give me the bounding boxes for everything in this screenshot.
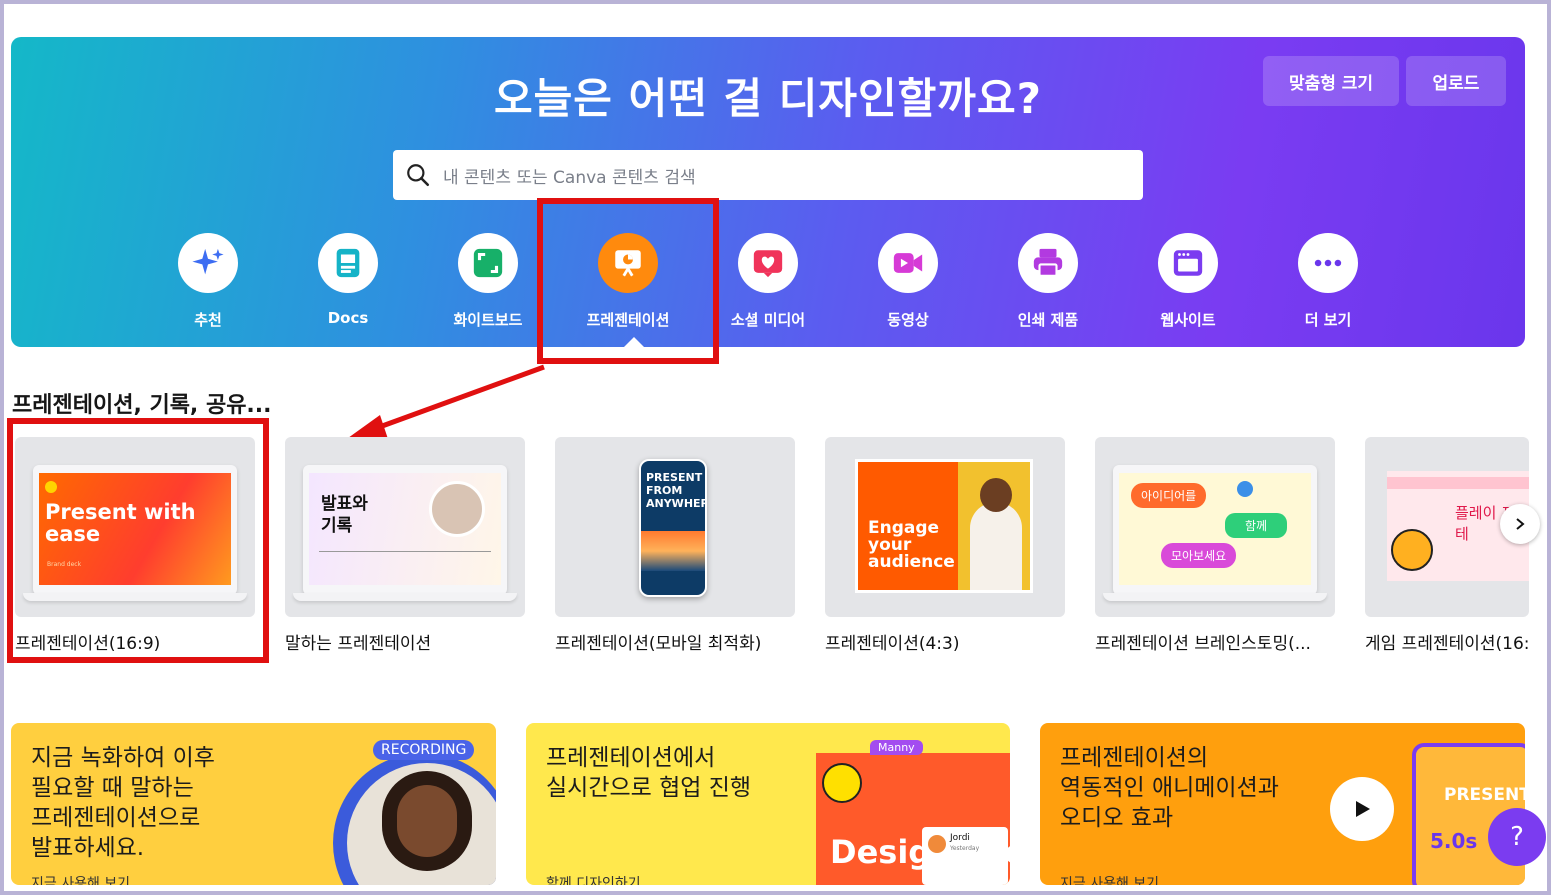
video-icon	[893, 253, 923, 273]
template-label: 프레젠테이션 브레인스토밍(...	[1095, 634, 1311, 654]
template-label: 프레젠테이션(4:3)	[825, 634, 960, 654]
template-card-4-3[interactable]: Engage your audience 프레젠테이션(4:3)	[825, 437, 1065, 654]
template-card-talking[interactable]: 발표와 기록 말하는 프레젠테이션	[285, 437, 525, 654]
comment-name: Jordi	[950, 833, 970, 843]
category-label: 동영상	[887, 311, 929, 329]
search-icon	[407, 164, 430, 187]
docs-icon	[336, 248, 360, 278]
heart-icon	[753, 250, 783, 278]
template-label: 프레젠테이션(모바일 최적화)	[555, 634, 762, 654]
section-title: 프레젠테이션, 기록, 공유...	[12, 393, 272, 418]
promo-card-recording[interactable]: 지금 녹화하여 이후 필요할 때 말하는 프레젠테이션으로 발표하세요. REC…	[11, 723, 496, 885]
sparkle-icon	[192, 248, 224, 275]
category-whiteboard[interactable]: 화이트보드	[428, 233, 548, 330]
carousel-next-button[interactable]	[1500, 504, 1540, 544]
bubble-together: 함께	[1225, 513, 1288, 538]
more-icon	[1314, 259, 1342, 267]
category-label: 추천	[194, 311, 222, 329]
bubble-gather: 모아보세요	[1161, 543, 1237, 568]
timer-text: 5.0s	[1430, 829, 1478, 853]
category-docs[interactable]: Docs	[288, 233, 408, 327]
promo-text: 지금 녹화하여 이후 필요할 때 말하는 프레젠테이션으로 발표하세요.	[31, 745, 215, 861]
website-icon	[1173, 250, 1203, 276]
help-button[interactable]: ?	[1488, 808, 1546, 866]
template-thumbnail: Present with ease Brand deck	[15, 437, 255, 617]
template-text: 발표와 기록	[321, 494, 368, 536]
custom-size-button[interactable]: 맞춤형 크기	[1263, 56, 1399, 106]
play-icon	[1356, 801, 1370, 817]
whiteboard-icon	[473, 248, 503, 278]
category-video[interactable]: 동영상	[848, 233, 968, 330]
category-website[interactable]: 웹사이트	[1128, 233, 1248, 330]
template-text: Present with ease	[45, 500, 196, 546]
category-label: 웹사이트	[1160, 311, 1216, 329]
category-print[interactable]: 인쇄 제품	[988, 233, 1108, 330]
template-card-mobile[interactable]: PRESENT FROM ANYWHERE 프레젠테이션(모바일 최적화)	[555, 437, 795, 654]
bubble-ideas: 아이디어를	[1131, 483, 1207, 508]
template-card-brainstorm[interactable]: 아이디어를 함께 모아보세요 프레젠테이션 브레인스토밍(...	[1095, 437, 1335, 654]
printer-icon	[1033, 248, 1063, 277]
promo-text: 프레젠테이션에서 실시간으로 협업 진행	[546, 745, 752, 801]
present-text: PRESENT TO	[1444, 785, 1525, 805]
chevron-right-icon	[1516, 518, 1525, 530]
promo-card-animation[interactable]: 프레젠테이션의 역동적인 애니메이션과 오디오 효과 PRESENT TO 5.…	[1040, 723, 1525, 885]
category-recommended[interactable]: 추천	[148, 233, 268, 330]
template-card-16-9[interactable]: Present with ease Brand deck 프레젠테이션(16:9…	[15, 437, 255, 654]
annotation-arrow-icon	[348, 364, 545, 439]
search-bar[interactable]: 내 콘텐츠 또는 Canva 콘텐츠 검색	[393, 150, 1143, 200]
template-thumbnail: 아이디어를 함께 모아보세요	[1095, 437, 1335, 617]
template-thumbnail: 발표와 기록	[285, 437, 525, 617]
template-text: PRESENT FROM ANYWHERE	[646, 471, 705, 510]
category-label: 더 보기	[1304, 311, 1352, 329]
promo-text: 프레젠테이션의 역동적인 애니메이션과 오디오 효과	[1060, 745, 1279, 831]
promo-link[interactable]: 함께 디자인하기	[546, 873, 641, 885]
category-label: Docs	[327, 309, 369, 327]
template-label: 게임 프레젠테이션(16:9)	[1365, 634, 1529, 654]
play-button[interactable]	[1330, 777, 1394, 841]
template-label: 프레젠테이션(16:9)	[15, 634, 161, 654]
promo-link[interactable]: 지금 사용해 보기	[1060, 873, 1159, 885]
recording-badge: RECORDING	[373, 740, 475, 760]
collaborator-tag: Manny	[870, 740, 923, 755]
comment-time: Yesterday	[950, 845, 980, 852]
category-more[interactable]: 더 보기	[1268, 233, 1388, 330]
highlight-box-presentation	[537, 198, 719, 364]
upload-button[interactable]: 업로드	[1406, 56, 1506, 106]
search-input[interactable]: 내 콘텐츠 또는 Canva 콘텐츠 검색	[443, 163, 696, 188]
promo-card-collab[interactable]: 프레젠테이션에서 실시간으로 협업 진행 Design Prese Jordi …	[526, 723, 1010, 885]
category-label: 인쇄 제품	[1017, 311, 1079, 329]
category-label: 화이트보드	[453, 311, 523, 329]
template-thumbnail: PRESENT FROM ANYWHERE	[555, 437, 795, 617]
template-small-text: Brand deck	[47, 561, 82, 568]
hero-banner: 오늘은 어떤 걸 디자인할까요? 맞춤형 크기 업로드 내 콘텐츠 또는 Can…	[11, 37, 1525, 347]
template-thumbnail: Engage your audience	[825, 437, 1065, 617]
template-card-game[interactable]: 플레이 프레젠테 게임 프레젠테이션(16:9)	[1365, 437, 1529, 654]
promo-link[interactable]: 지금 사용해 보기	[31, 873, 130, 885]
template-label: 말하는 프레젠테이션	[285, 634, 432, 654]
category-label: 소셜 미디어	[730, 311, 806, 329]
category-social-media[interactable]: 소셜 미디어	[708, 233, 828, 330]
template-text: Engage your audience	[868, 518, 955, 572]
